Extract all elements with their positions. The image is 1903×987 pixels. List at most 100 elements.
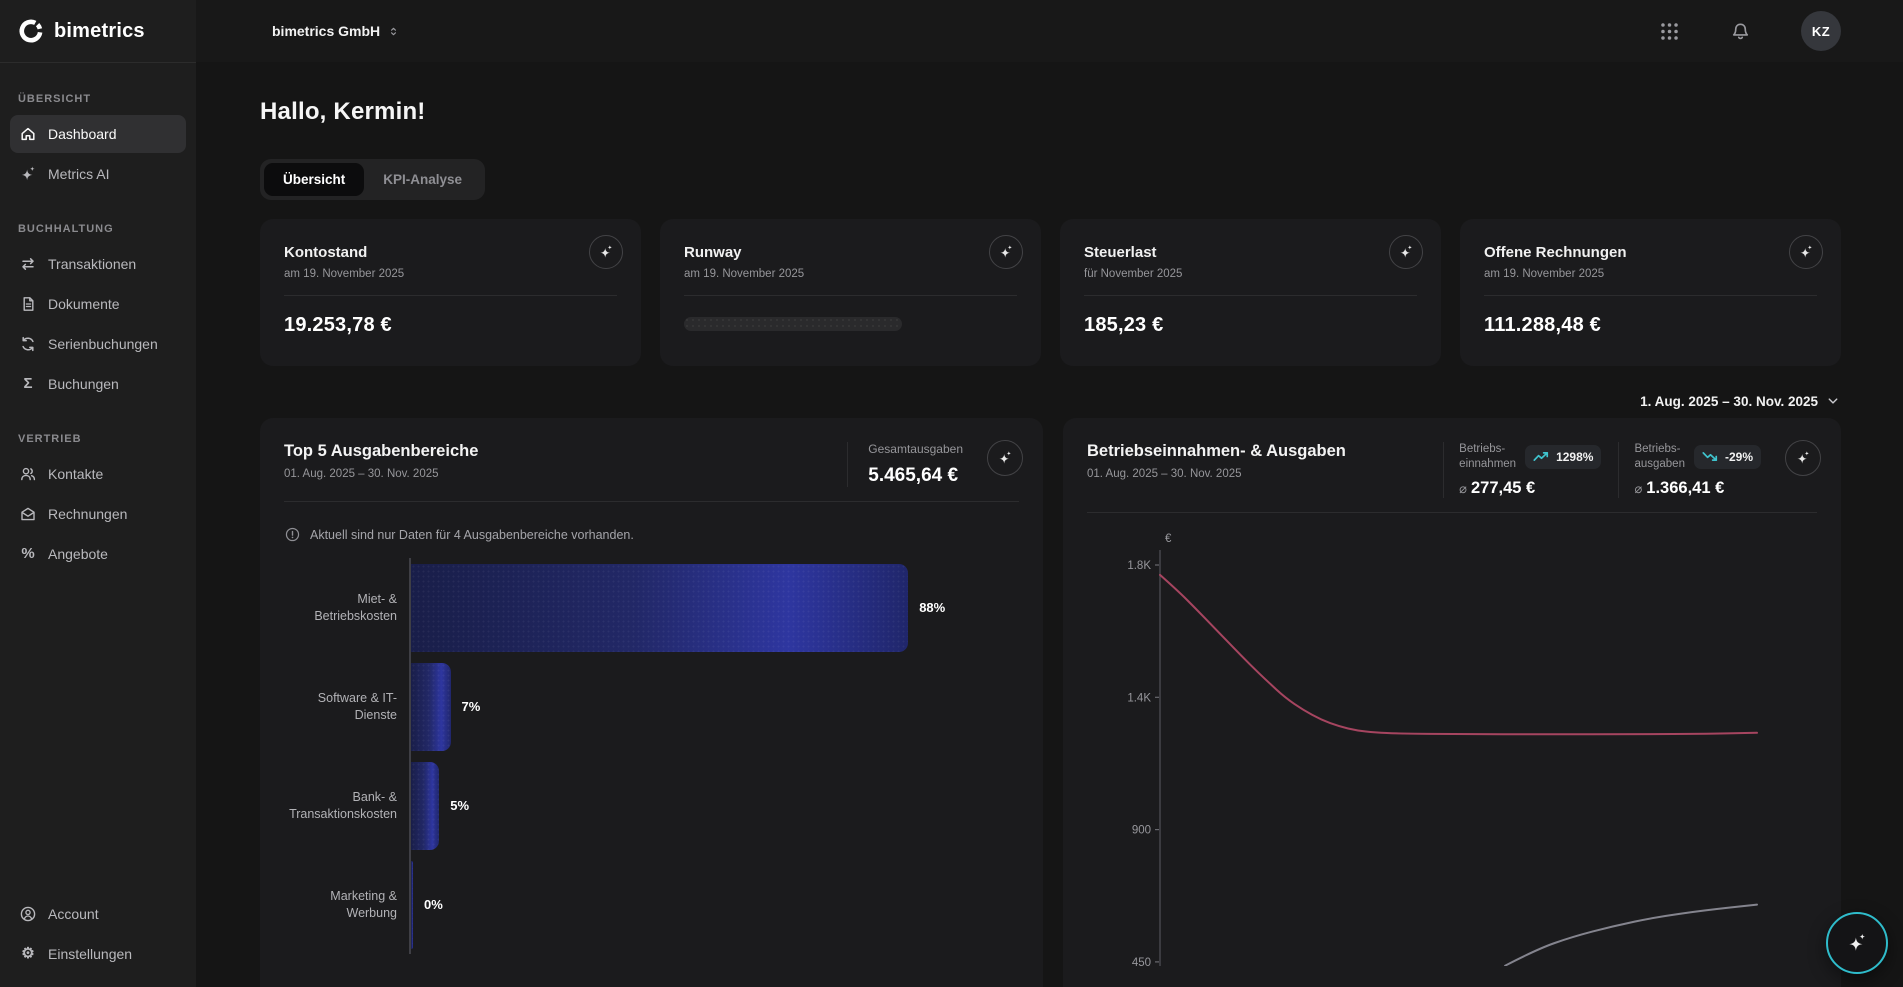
bar <box>411 564 908 652</box>
sidebar-item-account[interactable]: Account <box>10 895 186 933</box>
chart-title: Top 5 Ausgabenbereiche <box>284 442 831 461</box>
sidebar-item-dokumente[interactable]: Dokumente <box>10 285 186 323</box>
sidebar-item-serienbuchungen[interactable]: Serienbuchungen <box>10 325 186 363</box>
bar-row: Bank- & Transaktionskosten 5% <box>284 756 1019 855</box>
sparkle-icon <box>598 244 614 260</box>
sparkle-icon <box>997 450 1013 466</box>
sparkle-icon <box>1846 932 1868 954</box>
apps-grid-icon <box>1659 21 1680 42</box>
sidebar-item-buchungen[interactable]: Σ Buchungen <box>10 365 186 403</box>
sidebar-item-angebote[interactable]: % Angebote <box>10 535 186 573</box>
kpi-value: 185,23 € <box>1084 314 1417 337</box>
sigma-icon: Σ <box>19 375 37 393</box>
brand-name: bimetrics <box>54 20 145 43</box>
page-title: Hallo, Kermin! <box>260 98 1841 126</box>
stat-betriebsausgaben: Betriebs- ausgaben -29% ⌀1.366,41 € <box>1618 442 1761 498</box>
ai-insight-button[interactable] <box>1785 440 1821 476</box>
kpi-value: 111.288,48 € <box>1484 314 1817 337</box>
bimetrics-logo-icon <box>18 18 45 45</box>
home-icon <box>19 125 37 143</box>
loading-skeleton <box>684 317 902 331</box>
chevron-down-icon <box>1825 393 1841 409</box>
divider <box>1084 295 1417 296</box>
ai-assistant-button[interactable] <box>1826 912 1888 974</box>
sidebar-item-rechnungen[interactable]: Rechnungen <box>10 495 186 533</box>
income-expenses-card: Betriebseinnahmen- & Ausgaben 01. Aug. 2… <box>1063 418 1841 987</box>
company-name: bimetrics GmbH <box>272 23 380 39</box>
sparkle-icon <box>1798 244 1814 260</box>
top5-expenses-card: Top 5 Ausgabenbereiche 01. Aug. 2025 – 3… <box>260 418 1043 987</box>
ai-insight-button[interactable] <box>987 440 1023 476</box>
date-range-selector[interactable]: 1. Aug. 2025 – 30. Nov. 2025 <box>260 393 1841 409</box>
topbar: bimetrics GmbH KZ <box>196 0 1903 62</box>
sidebar-item-dashboard[interactable]: Dashboard <box>10 115 186 153</box>
kpi-value: 19.253,78 € <box>284 314 617 337</box>
kpi-card-steuerlast: Steuerlast für November 2025 185,23 € <box>1060 219 1441 366</box>
bar <box>411 663 451 751</box>
contacts-icon <box>19 465 37 483</box>
bar-chart: Miet- & Betriebskosten 88% Software & IT… <box>284 558 1019 954</box>
chart-subtitle: 01. Aug. 2025 – 30. Nov. 2025 <box>284 468 831 480</box>
document-icon <box>19 295 37 313</box>
total-expenses: Gesamtausgaben 5.465,64 € <box>847 442 963 487</box>
section-label-buchhaltung: BUCHHALTUNG <box>18 223 178 235</box>
charts-row: Top 5 Ausgabenbereiche 01. Aug. 2025 – 3… <box>260 418 1841 987</box>
info-icon <box>284 526 301 543</box>
sidebar-item-einstellungen[interactable]: ⚙ Einstellungen <box>10 935 186 973</box>
user-avatar[interactable]: KZ <box>1801 11 1841 51</box>
divider <box>1484 295 1817 296</box>
notifications-button[interactable] <box>1730 21 1751 42</box>
ai-insight-button[interactable] <box>1789 235 1823 269</box>
svg-text:900: 900 <box>1132 824 1151 836</box>
stat-betriebseinnahmen: Betriebs- einnahmen 1298% ⌀277,45 € <box>1443 442 1601 498</box>
trend-down-icon <box>1702 451 1719 462</box>
divider <box>684 295 1017 296</box>
brand-logo[interactable]: bimetrics <box>0 0 196 62</box>
topbar-actions: KZ <box>1659 11 1841 51</box>
percent-icon: % <box>19 545 37 563</box>
transfer-arrows-icon <box>19 255 37 273</box>
kpi-card-offene-rechnungen: Offene Rechnungen am 19. November 2025 1… <box>1460 219 1841 366</box>
sidebar-item-transaktionen[interactable]: Transaktionen <box>10 245 186 283</box>
trend-up-icon <box>1533 451 1550 462</box>
sparkles-icon <box>19 165 37 183</box>
trend-badge: 1298% <box>1525 445 1601 469</box>
envelope-icon <box>19 505 37 523</box>
chart-header: Top 5 Ausgabenbereiche 01. Aug. 2025 – 3… <box>284 442 1019 502</box>
apps-grid-button[interactable] <box>1659 21 1680 42</box>
svg-text:1.8K: 1.8K <box>1127 560 1151 572</box>
trend-badge: -29% <box>1694 445 1761 469</box>
sidebar-item-kontakte[interactable]: Kontakte <box>10 455 186 493</box>
sparkle-icon <box>1795 450 1811 466</box>
tab-kpi-analyse[interactable]: KPI-Analyse <box>364 163 481 196</box>
chart-subtitle: 01. Aug. 2025 – 30. Nov. 2025 <box>1087 468 1426 480</box>
kpi-cards-row: Kontostand am 19. November 2025 19.253,7… <box>260 219 1841 366</box>
section-label-vertrieb: VERTRIEB <box>18 433 178 445</box>
data-notice: Aktuell sind nur Daten für 4 Ausgabenber… <box>284 526 1019 543</box>
ai-insight-button[interactable] <box>1389 235 1423 269</box>
chart-title: Betriebseinnahmen- & Ausgaben <box>1087 442 1426 461</box>
bar-row: Miet- & Betriebskosten 88% <box>284 558 1019 657</box>
line-chart: €1.8K1.4K900450 <box>1087 524 1817 971</box>
divider <box>284 295 617 296</box>
chart-header: Betriebseinnahmen- & Ausgaben 01. Aug. 2… <box>1087 442 1817 513</box>
kpi-card-kontostand: Kontostand am 19. November 2025 19.253,7… <box>260 219 641 366</box>
tab-uebersicht[interactable]: Übersicht <box>264 163 364 196</box>
sidebar: bimetrics ÜBERSICHT Dashboard Metrics AI… <box>0 0 196 987</box>
date-range-label: 1. Aug. 2025 – 30. Nov. 2025 <box>1640 394 1818 409</box>
unfold-icon <box>387 25 400 38</box>
svg-text:€: € <box>1165 533 1172 545</box>
bell-icon <box>1730 21 1751 42</box>
ai-insight-button[interactable] <box>589 235 623 269</box>
section-label-uebersicht: ÜBERSICHT <box>18 93 178 105</box>
sidebar-item-metrics-ai[interactable]: Metrics AI <box>10 155 186 193</box>
view-tabs: Übersicht KPI-Analyse <box>260 159 485 200</box>
bar-row: Marketing & Werbung 0% <box>284 855 1019 954</box>
main-content: Hallo, Kermin! Übersicht KPI-Analyse Kon… <box>196 62 1903 987</box>
company-selector[interactable]: bimetrics GmbH <box>272 23 400 39</box>
repeat-icon <box>19 335 37 353</box>
sparkle-icon <box>998 244 1014 260</box>
stat-value: ⌀277,45 € <box>1459 479 1601 498</box>
bar-row: Software & IT-Dienste 7% <box>284 657 1019 756</box>
ai-insight-button[interactable] <box>989 235 1023 269</box>
